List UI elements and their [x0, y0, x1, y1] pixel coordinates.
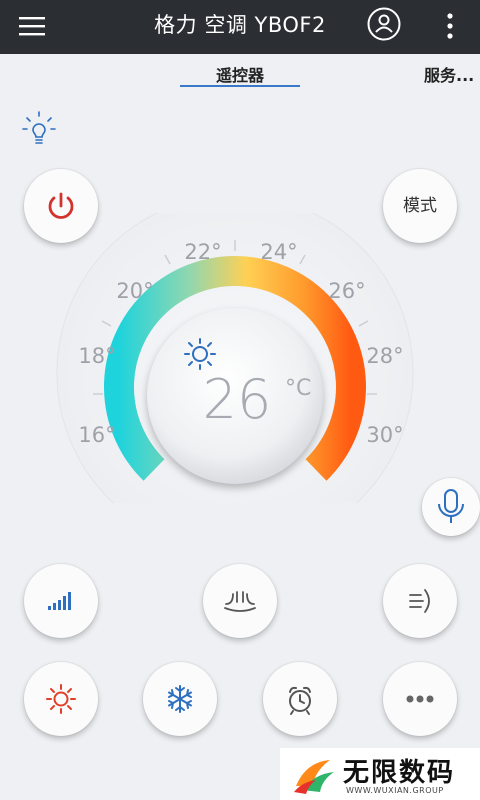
watermark-subtitle: WWW.WUXIAN.GROUP	[346, 786, 444, 795]
snowflake-icon	[168, 685, 192, 713]
watermark-title: 无限数码	[343, 758, 456, 788]
tick-26: 26°	[328, 279, 365, 303]
top-bar: 格力 空调 YBOF2	[0, 0, 480, 54]
tick-16: 16°	[78, 423, 115, 447]
timer-button[interactable]	[263, 662, 337, 736]
tick-22: 22°	[184, 240, 221, 264]
heat-mode-button[interactable]	[24, 662, 98, 736]
wind-direction-icon	[409, 589, 430, 613]
alarm-clock-icon	[289, 686, 311, 715]
cool-mode-button[interactable]	[143, 662, 217, 736]
tick-30: 30°	[366, 423, 403, 447]
heat-sun-icon	[46, 684, 76, 714]
page-title: 格力 空调 YBOF2	[154, 13, 326, 37]
watermark-logo	[294, 760, 334, 794]
more-icon[interactable]	[440, 12, 460, 40]
fan-speed-button[interactable]	[24, 564, 98, 638]
tab-service[interactable]: 服务...	[424, 62, 474, 86]
voice-button[interactable]	[422, 478, 480, 536]
swing-icon	[224, 591, 256, 612]
signal-bars-icon	[48, 592, 71, 610]
active-tab-indicator	[180, 85, 300, 87]
tick-20: 20°	[116, 279, 153, 303]
current-temperature: 26	[203, 368, 272, 431]
mic-icon	[438, 489, 464, 523]
bulb-icon[interactable]	[22, 110, 56, 148]
more-options-button[interactable]	[383, 662, 457, 736]
tick-24: 24°	[260, 240, 297, 264]
watermark: 无限数码 WWW.WUXIAN.GROUP	[280, 748, 480, 800]
tick-18: 18°	[78, 344, 115, 368]
swing-button[interactable]	[203, 564, 277, 638]
ellipsis-icon	[406, 695, 434, 703]
user-icon[interactable]	[366, 6, 402, 42]
temperature-unit: °C	[285, 376, 311, 401]
tick-28: 28°	[366, 344, 403, 368]
tab-remote[interactable]: 遥控器	[180, 62, 300, 86]
temperature-dial[interactable]: 26 °C 16° 18° 20° 22° 24° 26° 28° 30°	[55, 213, 415, 503]
wind-direction-button[interactable]	[383, 564, 457, 638]
